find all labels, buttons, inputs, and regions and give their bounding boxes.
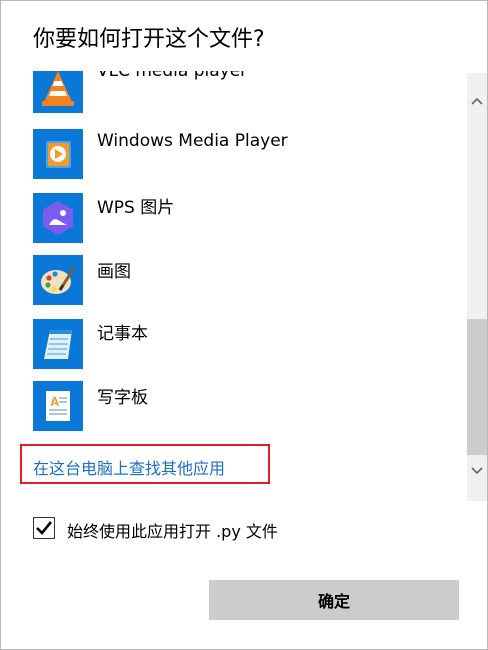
app-label: VLC media player xyxy=(97,71,248,81)
scroll-down-arrow-icon[interactable] xyxy=(467,461,487,481)
app-label: 写字板 xyxy=(97,388,148,408)
list-item-wps-picture[interactable]: WPS 图片 xyxy=(1,193,467,255)
more-apps-link[interactable]: 在这台电脑上查找其他应用 xyxy=(20,444,270,484)
app-label: Windows Media Player xyxy=(97,131,288,151)
always-use-option[interactable]: 始终使用此应用打开 .py 文件 xyxy=(33,517,333,543)
list-item-windows-media-player[interactable]: Windows Media Player xyxy=(1,129,467,191)
app-list: VLC media player Windows Media Player WP… xyxy=(1,71,467,501)
list-item-paint[interactable]: 画图 xyxy=(1,255,467,317)
always-use-label: 始终使用此应用打开 .py 文件 xyxy=(67,522,278,541)
app-label: 画图 xyxy=(97,262,131,282)
always-use-checkbox[interactable] xyxy=(33,517,55,539)
paint-icon xyxy=(33,255,83,305)
list-item-wordpad[interactable]: A 写字板 xyxy=(1,381,467,443)
list-item-notepad[interactable]: 记事本 xyxy=(1,319,467,381)
vlc-icon xyxy=(33,71,83,113)
list-item-vlc[interactable]: VLC media player xyxy=(1,71,467,125)
ok-button[interactable]: 确定 xyxy=(209,580,459,620)
wps-picture-icon xyxy=(33,193,83,243)
wordpad-icon: A xyxy=(33,381,83,431)
scroll-thumb[interactable] xyxy=(467,319,487,455)
app-label: 记事本 xyxy=(97,324,148,344)
open-with-dialog: 你要如何打开这个文件? VLC media player Windows Med… xyxy=(0,0,488,650)
checkmark-icon xyxy=(36,521,53,535)
windows-media-player-icon xyxy=(33,129,83,179)
list-scrollbar[interactable] xyxy=(467,73,487,501)
dialog-title: 你要如何打开这个文件? xyxy=(33,27,265,52)
svg-text:A: A xyxy=(50,394,60,409)
app-label: WPS 图片 xyxy=(97,198,175,218)
more-apps-link-label[interactable]: 在这台电脑上查找其他应用 xyxy=(33,455,225,479)
scroll-up-arrow-icon[interactable] xyxy=(467,91,487,111)
notepad-icon xyxy=(33,319,83,369)
